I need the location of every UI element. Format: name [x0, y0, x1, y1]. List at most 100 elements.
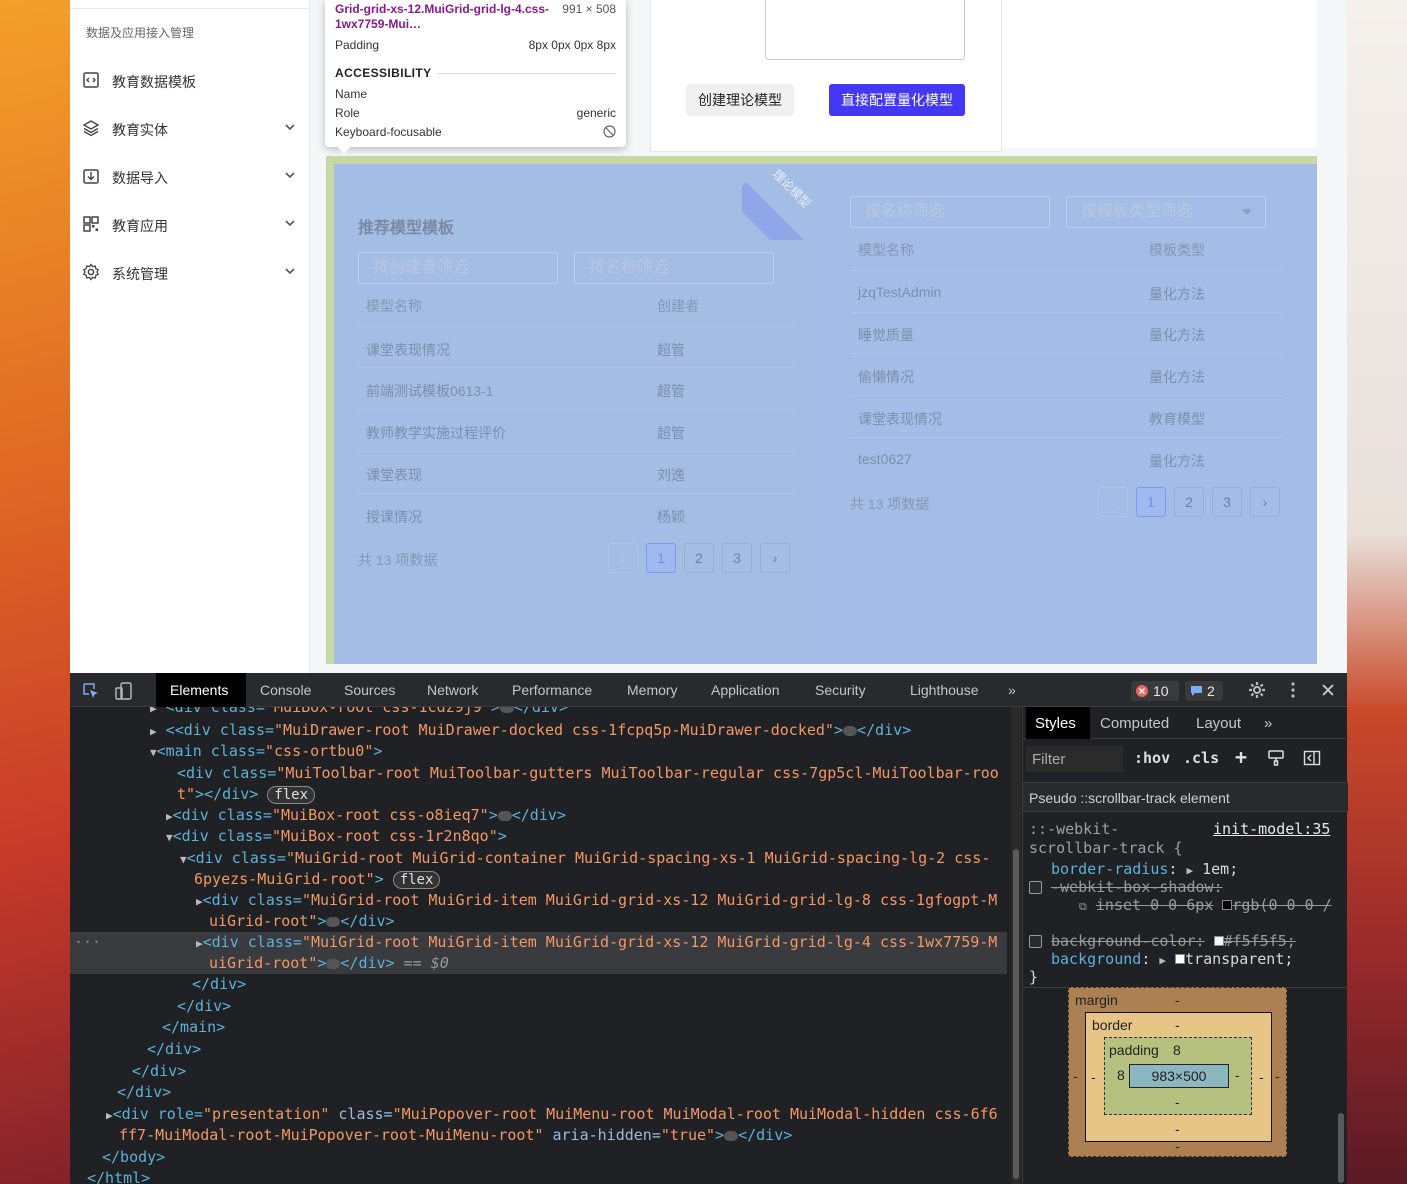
- name-filter-input[interactable]: 按名称筛选: [574, 252, 774, 284]
- inspect-element-icon[interactable]: [82, 682, 100, 700]
- sidebar-item-edu-templates[interactable]: 教育数据模板: [70, 60, 310, 100]
- border-bottom: -: [1175, 1121, 1180, 1137]
- dom-line[interactable]: ff7-MuiModal-root-MuiPopover-root-MuiMen…: [119, 1125, 792, 1146]
- dom-scrollbar[interactable]: [1011, 707, 1021, 1184]
- padding-value: 8px 0px 0px 8px: [528, 38, 616, 52]
- cell-template-type: 量化方法: [1149, 453, 1205, 469]
- cell-model-name[interactable]: 前端测试模板0613-1: [366, 381, 494, 401]
- dom-line[interactable]: </div>: [192, 974, 246, 995]
- dom-line-selected[interactable]: uiGrid-root"> </div> == $0: [209, 953, 449, 974]
- tab-performance[interactable]: Performance: [512, 682, 592, 698]
- next-page-button[interactable]: ›: [1250, 487, 1280, 517]
- dom-line[interactable]: </div>: [117, 1082, 171, 1103]
- page-button[interactable]: 2: [684, 543, 714, 573]
- errors-badge[interactable]: 10: [1131, 681, 1179, 701]
- cell-model-name[interactable]: jzqTestAdmin: [858, 284, 941, 300]
- dom-line[interactable]: ▶ <<div class="MuiDrawer-root MuiDrawer-…: [150, 720, 911, 742]
- dom-line[interactable]: 6pyezs-MuiGrid-root"> flex: [194, 869, 441, 890]
- page-button[interactable]: 1: [646, 543, 676, 573]
- dom-line[interactable]: ▼<div class="MuiBox-root css-1r2n8qo">: [166, 826, 507, 848]
- source-link[interactable]: init-model:35: [1213, 820, 1330, 838]
- styles-scrollbar[interactable]: [1338, 1113, 1344, 1183]
- css-rule-border-radius[interactable]: border-radius: ▶ 1em;: [1051, 860, 1238, 878]
- create-theory-model-button[interactable]: 创建理论模型: [686, 84, 794, 116]
- page-button[interactable]: 2: [1174, 487, 1204, 517]
- cell-creator: 超管: [657, 425, 685, 441]
- template-type-select[interactable]: 按模板类型筛选: [1066, 196, 1266, 228]
- dom-line[interactable]: </div>: [147, 1039, 201, 1060]
- styles-filter-input[interactable]: Filter: [1026, 746, 1123, 772]
- dom-line[interactable]: </div>: [132, 1061, 186, 1082]
- more-options-icon[interactable]: [1284, 681, 1302, 699]
- settings-gear-icon[interactable]: [1248, 681, 1266, 699]
- toggle-sidebar-icon[interactable]: [1303, 749, 1321, 767]
- sidebar-item-edu-entity[interactable]: 教育实体: [70, 108, 310, 148]
- sidebar-item-edu-apps[interactable]: 教育应用: [70, 204, 310, 244]
- tab-styles[interactable]: Styles: [1035, 715, 1076, 732]
- page-button[interactable]: 3: [1212, 487, 1242, 517]
- cell-model-name[interactable]: 偷懒情况: [858, 367, 914, 387]
- cls-toggle[interactable]: .cls: [1183, 749, 1219, 767]
- dom-line[interactable]: <div class="MuiToolbar-root MuiToolbar-g…: [177, 763, 999, 784]
- tooltip-name-row: Name: [335, 87, 616, 101]
- border-label: border: [1092, 1017, 1133, 1033]
- dom-line[interactable]: </html>: [87, 1168, 150, 1184]
- dom-line[interactable]: </div>: [177, 996, 231, 1017]
- cell-model-name[interactable]: 授课情况: [366, 507, 422, 527]
- dom-line[interactable]: uiGrid-root"> </div>: [209, 911, 395, 932]
- more-tabs-icon[interactable]: »: [1264, 715, 1272, 732]
- dom-line[interactable]: ▶ <div class="MuiBox-root css-1cdz9j9"> <…: [150, 707, 568, 719]
- close-icon[interactable]: [1320, 682, 1336, 698]
- tab-elements[interactable]: Elements: [170, 682, 228, 698]
- hov-toggle[interactable]: :hov: [1134, 749, 1170, 767]
- more-tabs-icon[interactable]: »: [1008, 682, 1016, 698]
- column-header: 创建者: [657, 298, 699, 314]
- margin-top: -: [1175, 992, 1180, 1008]
- css-selector[interactable]: scrollbar-track {: [1029, 839, 1183, 857]
- sidebar-item-system[interactable]: 系统管理: [70, 252, 310, 292]
- tab-console[interactable]: Console: [260, 682, 311, 698]
- cell-model-name[interactable]: test0627: [858, 451, 912, 467]
- dom-row-menu-icon[interactable]: ···: [74, 932, 101, 953]
- name-filter-input[interactable]: 按名称筛选: [850, 196, 1050, 228]
- tab-application[interactable]: Application: [711, 682, 780, 698]
- tab-security[interactable]: Security: [815, 682, 866, 698]
- dom-line[interactable]: ▼<main class="css-ortbu0">: [150, 741, 382, 763]
- cell-model-name[interactable]: 课堂表现情况: [858, 409, 942, 429]
- tab-lighthouse[interactable]: Lighthouse: [910, 682, 979, 698]
- prev-page-button[interactable]: ‹: [1098, 487, 1128, 517]
- dom-line[interactable]: ▼<div class="MuiGrid-root MuiGrid-contai…: [180, 848, 990, 870]
- tab-sources[interactable]: Sources: [344, 682, 395, 698]
- tab-layout[interactable]: Layout: [1196, 715, 1241, 732]
- dom-line[interactable]: t"></div> flex: [177, 784, 316, 805]
- device-toolbar-icon[interactable]: [114, 681, 134, 701]
- css-rule-background[interactable]: background: ▶ transparent;: [1051, 950, 1293, 968]
- tab-computed[interactable]: Computed: [1100, 715, 1169, 732]
- messages-badge[interactable]: 2: [1185, 681, 1223, 701]
- cell-model-name[interactable]: 教师教学实施过程评价: [366, 423, 506, 443]
- dom-line[interactable]: </main>: [162, 1017, 225, 1038]
- css-rule-box-shadow[interactable]: -webkit-box-shadow:: [1029, 878, 1223, 896]
- creator-filter-input[interactable]: 按创建者筛选: [358, 252, 558, 284]
- dom-line[interactable]: ▶<div role="presentation" class="MuiPopo…: [106, 1104, 998, 1126]
- prev-page-button[interactable]: ‹: [608, 543, 638, 573]
- direct-config-model-button[interactable]: 直接配置量化模型: [829, 84, 965, 116]
- paint-brush-icon[interactable]: [1267, 749, 1285, 767]
- cell-model-name[interactable]: 课堂表现: [366, 465, 422, 485]
- add-rule-icon[interactable]: +: [1235, 745, 1247, 769]
- dom-line-selected[interactable]: ▶<div class="MuiGrid-root MuiGrid-item M…: [196, 932, 997, 954]
- page-button[interactable]: 1: [1136, 487, 1166, 517]
- dom-line[interactable]: </body>: [102, 1147, 165, 1168]
- cell-model-name[interactable]: 课堂表现情况: [366, 340, 450, 360]
- dom-line[interactable]: ▶<div class="MuiBox-root css-o8ieq7"> </d…: [166, 805, 566, 827]
- dom-line[interactable]: ▶<div class="MuiGrid-root MuiGrid-item M…: [196, 890, 997, 912]
- description-textarea[interactable]: [765, 0, 965, 60]
- cell-model-name[interactable]: 睡觉质量: [858, 325, 914, 345]
- tab-memory[interactable]: Memory: [627, 682, 678, 698]
- css-selector[interactable]: ::-webkit-: [1029, 820, 1119, 838]
- next-page-button[interactable]: ›: [760, 543, 790, 573]
- sidebar-item-data-import[interactable]: 数据导入: [70, 156, 310, 196]
- css-rule-background-color[interactable]: background-color: #f5f5f5;: [1029, 932, 1296, 950]
- tab-network[interactable]: Network: [427, 682, 478, 698]
- page-button[interactable]: 3: [722, 543, 752, 573]
